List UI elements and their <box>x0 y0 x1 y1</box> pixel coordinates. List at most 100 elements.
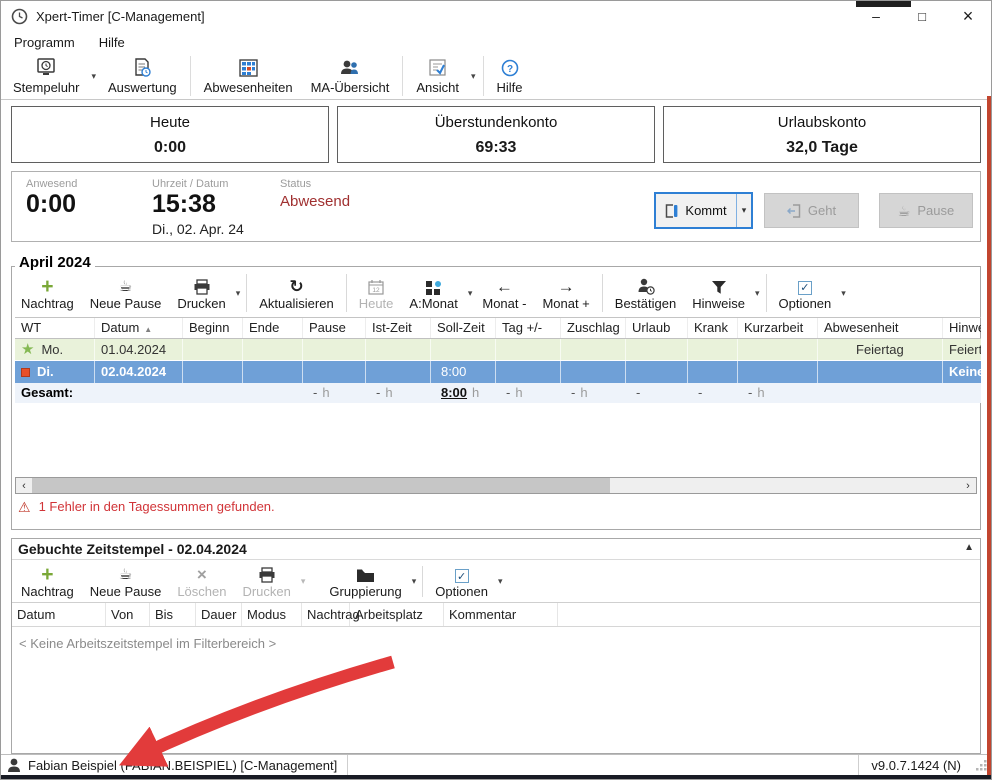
menu-hilfe[interactable]: Hilfe <box>96 34 128 51</box>
col-kommentar[interactable]: Kommentar <box>444 603 558 626</box>
optionen-dropdown-icon[interactable]: ▾ <box>839 269 848 317</box>
col-datum[interactable]: Datum <box>12 603 106 626</box>
table-total-row: Gesamt: -h -h 8:00h -h -h - - -h <box>15 383 981 403</box>
col-kurzarbeit[interactable]: Kurzarbeit <box>738 318 818 338</box>
col-bis[interactable]: Bis <box>150 603 196 626</box>
user-icon <box>7 758 21 773</box>
stamps-nachtrag-button[interactable]: + Nachtrag <box>13 561 82 602</box>
aktualisieren-label: Aktualisieren <box>259 296 333 311</box>
col-tag[interactable]: Tag +/- <box>496 318 561 338</box>
app-window: Xpert-Timer [C-Management] – □ × Program… <box>0 0 992 780</box>
abwesenheiten-button[interactable]: Abwesenheiten <box>195 53 302 99</box>
table-row-selected[interactable]: Di. 02.04.2024 8:00 Keine <box>15 361 981 383</box>
user-name: Fabian Beispiel (FABIAN.BEISPIEL) [C-Man… <box>28 758 337 773</box>
options-checkbox-icon: ✓ <box>455 569 469 583</box>
hinweise-label: Hinweise <box>692 296 745 311</box>
collapse-icon[interactable]: ▲ <box>964 542 974 553</box>
col-krank[interactable]: Krank <box>688 318 738 338</box>
geht-button[interactable]: Geht <box>764 193 859 228</box>
month-table-header: WT Datum▲ Beginn Ende Pause Ist-Zeit Sol… <box>15 317 981 339</box>
col-dauer[interactable]: Dauer <box>196 603 242 626</box>
bestaetigen-label: Bestätigen <box>615 296 676 311</box>
bestaetigen-button[interactable]: Bestätigen <box>607 269 684 317</box>
drucken-label: Drucken <box>177 296 225 311</box>
loeschen-label: Löschen <box>177 584 226 599</box>
col-arbeitsplatz[interactable]: Arbeitsplatz <box>350 603 444 626</box>
warning-icon: ⚠ <box>18 500 31 514</box>
loeschen-button[interactable]: × Löschen <box>169 561 234 602</box>
arrow-right-icon: → <box>558 278 575 295</box>
summary-title: Überstundenkonto <box>338 114 654 131</box>
svg-text:?: ? <box>506 64 512 75</box>
stempeluhr-dropdown-icon[interactable]: ▾ <box>88 53 99 99</box>
col-modus[interactable]: Modus <box>242 603 302 626</box>
toolbar-separator <box>766 274 767 312</box>
col-pause[interactable]: Pause <box>303 318 366 338</box>
amonat-dropdown-icon[interactable]: ▾ <box>466 269 475 317</box>
col-von[interactable]: Von <box>106 603 150 626</box>
stempeluhr-button[interactable]: Stempeluhr <box>4 53 88 99</box>
auswertung-button[interactable]: Auswertung <box>99 53 186 99</box>
col-zuschlag[interactable]: Zuschlag <box>561 318 626 338</box>
drucken-dropdown-icon[interactable]: ▾ <box>234 269 243 317</box>
kommt-dropdown-icon[interactable]: ▾ <box>736 194 751 227</box>
nachtrag-label: Nachtrag <box>21 296 74 311</box>
scrollbar-track[interactable] <box>610 478 960 493</box>
summary-title: Urlaubskonto <box>664 114 980 131</box>
stamps-drucken-dropdown-icon[interactable]: ▾ <box>299 561 308 602</box>
coffee-icon: ☕ <box>119 277 132 295</box>
stamps-optionen-button[interactable]: ✓ Optionen <box>427 561 496 602</box>
col-nachtrag[interactable]: Nachtrag <box>302 603 350 626</box>
scroll-right-icon[interactable]: › <box>960 478 976 493</box>
gruppierung-dropdown-icon[interactable]: ▾ <box>410 561 419 602</box>
stamps-neue-pause-button[interactable]: ☕ Neue Pause <box>82 561 170 602</box>
table-row[interactable]: ★Mo. 01.04.2024 Feiertag Feiertag <box>15 339 981 361</box>
month-table: WT Datum▲ Beginn Ende Pause Ist-Zeit Sol… <box>15 317 981 403</box>
nachtrag-button[interactable]: + Nachtrag <box>13 269 82 317</box>
drucken-button[interactable]: Drucken <box>169 269 233 317</box>
menu-programm[interactable]: Programm <box>11 34 78 51</box>
col-soll-zeit[interactable]: Soll-Zeit <box>431 318 496 338</box>
pause-button[interactable]: ☕ Pause <box>879 193 973 228</box>
optionen-button[interactable]: ✓ Optionen <box>771 269 840 317</box>
stamps-neue-pause-label: Neue Pause <box>90 584 162 599</box>
gruppierung-button[interactable]: Gruppierung <box>321 561 409 602</box>
toolbar-separator <box>402 56 403 96</box>
hinweise-dropdown-icon[interactable]: ▾ <box>753 269 762 317</box>
stamps-drucken-button[interactable]: Drucken <box>234 561 298 602</box>
col-ist-zeit[interactable]: Ist-Zeit <box>366 318 431 338</box>
neue-pause-button[interactable]: ☕ Neue Pause <box>82 269 170 317</box>
main-toolbar: Stempeluhr ▾ Auswertung Abwesenheiten MA… <box>1 53 991 100</box>
scroll-left-icon[interactable]: ‹ <box>16 478 32 493</box>
col-abwesenheit[interactable]: Abwesenheit <box>818 318 943 338</box>
col-urlaub[interactable]: Urlaub <box>626 318 688 338</box>
col-beginn[interactable]: Beginn <box>183 318 243 338</box>
col-hinweise[interactable]: Hinweise <box>943 318 981 338</box>
kommt-button[interactable]: Kommt ▾ <box>654 192 753 229</box>
background-window-edge <box>856 1 911 7</box>
ma-uebersicht-button[interactable]: MA-Übersicht <box>302 53 399 99</box>
close-button[interactable]: × <box>945 1 991 31</box>
delete-icon: × <box>197 566 207 583</box>
stamp-clock-icon <box>35 58 57 78</box>
stamps-optionen-dropdown-icon[interactable]: ▾ <box>496 561 505 602</box>
col-datum[interactable]: Datum▲ <box>95 318 183 338</box>
ansicht-dropdown-icon[interactable]: ▾ <box>468 53 479 99</box>
heute-button[interactable]: 12 Heute <box>351 269 402 317</box>
hilfe-button[interactable]: ? Hilfe <box>488 53 532 99</box>
amonat-button[interactable]: A:Monat <box>401 269 465 317</box>
ansicht-button[interactable]: Ansicht <box>407 53 468 99</box>
aktualisieren-button[interactable]: ↻ Aktualisieren <box>251 269 341 317</box>
time-value: 15:38 <box>152 190 216 219</box>
monat-plus-button[interactable]: → Monat + <box>534 269 597 317</box>
monat-minus-button[interactable]: ← Monat - <box>474 269 534 317</box>
col-wt[interactable]: WT <box>15 318 95 338</box>
door-in-icon <box>665 204 678 218</box>
calendar-grid-icon <box>239 58 258 78</box>
col-ende[interactable]: Ende <box>243 318 303 338</box>
status-panel: Anwesend 0:00 Uhrzeit / Datum 15:38 Di.,… <box>11 171 981 242</box>
month-toolbar: + Nachtrag ☕ Neue Pause Drucken ▾ ↻ Aktu… <box>12 267 980 317</box>
hinweise-button[interactable]: Hinweise <box>684 269 753 317</box>
scrollbar-thumb[interactable] <box>32 478 610 493</box>
horizontal-scrollbar[interactable]: ‹ › <box>15 477 977 494</box>
